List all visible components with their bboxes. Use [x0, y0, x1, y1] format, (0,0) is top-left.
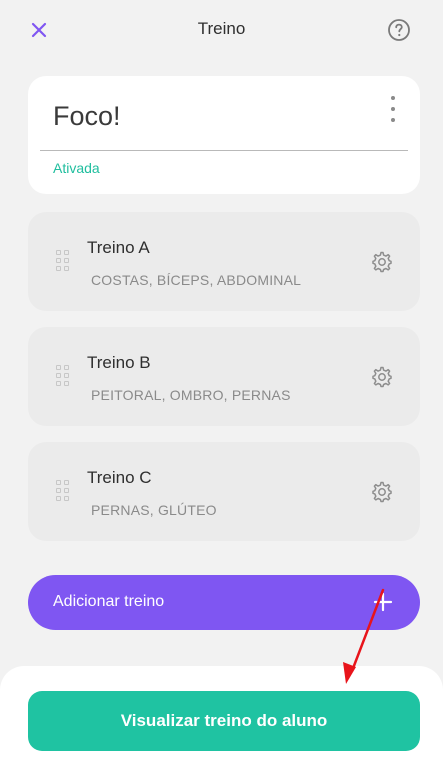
workout-muscles: PERNAS, GLÚTEO	[91, 502, 217, 518]
status-label: Ativada	[53, 160, 100, 176]
workout-title: Treino C	[87, 468, 152, 487]
workout-card-b[interactable]: Treino B PEITORAL, OMBRO, PERNAS	[28, 327, 420, 426]
top-bar: Treino	[0, 0, 443, 62]
divider	[40, 150, 408, 151]
view-student-workout-label: Visualizar treino do aluno	[120, 711, 328, 730]
drag-handle-icon[interactable]	[56, 250, 70, 271]
plan-name: Foco!	[53, 101, 121, 131]
plan-menu-button[interactable]	[384, 96, 402, 122]
help-circle-icon	[388, 19, 410, 41]
drag-handle-icon[interactable]	[56, 480, 70, 501]
more-vertical-icon-dot	[391, 107, 395, 111]
settings-gear-icon[interactable]	[370, 365, 394, 389]
drag-handle-icon[interactable]	[56, 365, 70, 386]
more-vertical-icon-dot	[391, 118, 395, 122]
workout-title: Treino B	[87, 353, 151, 372]
plus-icon	[373, 592, 393, 612]
workout-muscles: COSTAS, BÍCEPS, ABDOMINAL	[91, 272, 302, 288]
workout-card-a[interactable]: Treino A COSTAS, BÍCEPS, ABDOMINAL	[28, 212, 420, 311]
add-workout-button[interactable]: Adicionar treino	[28, 575, 420, 630]
workout-muscles: PEITORAL, OMBRO, PERNAS	[91, 387, 291, 403]
workout-card-c[interactable]: Treino C PERNAS, GLÚTEO	[28, 442, 420, 541]
more-vertical-icon	[391, 96, 395, 100]
page-title: Treino	[197, 19, 246, 38]
view-student-workout-button[interactable]: Visualizar treino do aluno	[28, 691, 420, 751]
workout-title: Treino A	[87, 238, 150, 257]
bottom-action-bar: Visualizar treino do aluno	[0, 666, 443, 773]
help-button[interactable]	[386, 17, 412, 43]
plan-card: Foco! Ativada	[28, 76, 420, 194]
settings-gear-icon[interactable]	[370, 250, 394, 274]
add-workout-label: Adicionar treino	[53, 593, 165, 610]
settings-gear-icon[interactable]	[370, 480, 394, 504]
